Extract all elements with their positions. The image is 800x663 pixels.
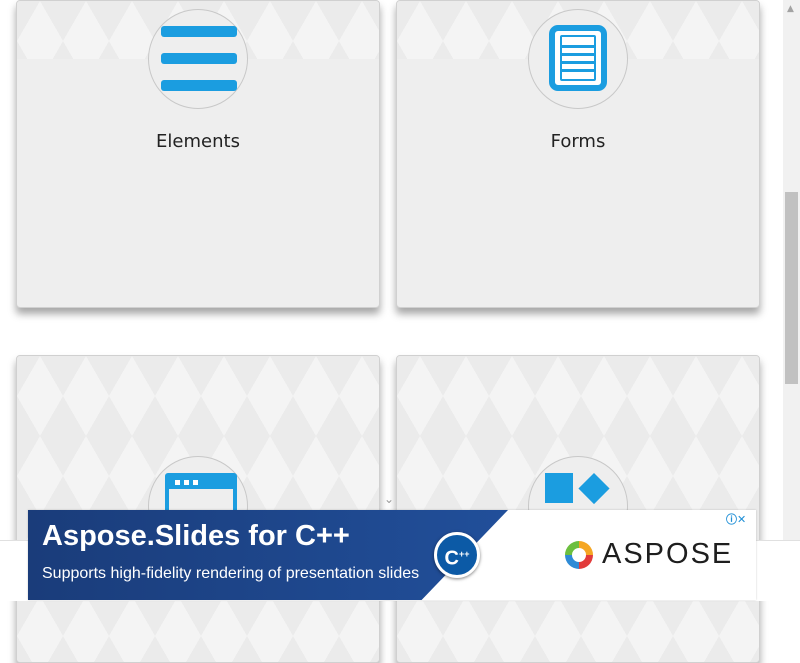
chevron-down-icon[interactable]: ⌄ [384,492,394,506]
vertical-scrollbar[interactable]: ▲ [783,0,800,540]
card-forms[interactable]: Forms [396,0,760,308]
advertisement-banner[interactable]: Aspose.Slides for C++ Supports high-fide… [28,510,756,600]
ad-subtext: Supports high-fidelity rendering of pres… [42,565,420,582]
card-shapes[interactable] [396,355,760,663]
adchoices-icon[interactable]: ⓘ✕ [726,511,746,527]
aspose-logo-icon [565,541,593,569]
ad-brand-name: ASPOSE [602,538,734,570]
hamburger-menu-icon [148,9,248,109]
card-window[interactable] [16,355,380,663]
card-title: Elements [156,131,240,152]
cpp-logo-icon: C++ [434,532,480,578]
card-elements[interactable]: Elements [16,0,380,308]
scroll-up-arrow-icon[interactable]: ▲ [787,4,794,14]
ad-headline: Aspose.Slides for C++ [42,520,350,552]
card-title: Forms [550,131,606,152]
scroll-thumb[interactable] [785,192,798,384]
document-icon [528,9,628,109]
